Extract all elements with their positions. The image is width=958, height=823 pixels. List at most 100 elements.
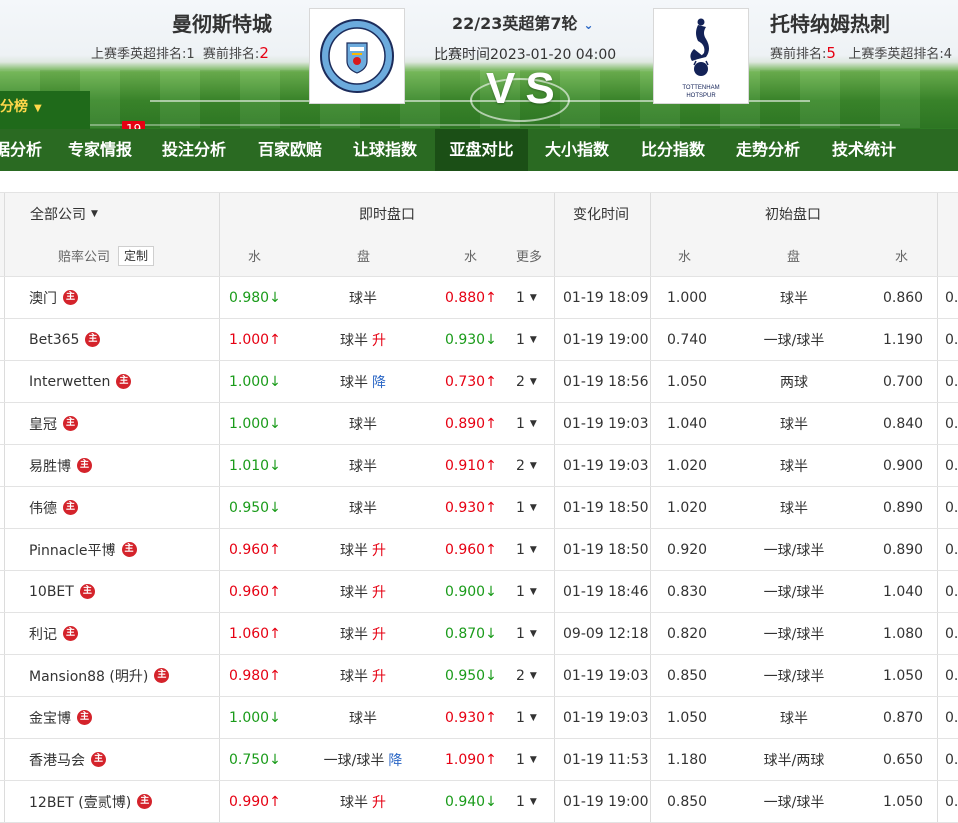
more-dropdown[interactable]: 2 ▼ xyxy=(516,361,537,402)
tab-european-odds[interactable]: 百家欧赔 xyxy=(250,129,330,171)
company-cell[interactable]: 易胜博主 xyxy=(29,445,92,486)
live-handicap[interactable]: 球半 xyxy=(250,487,476,528)
column-divider xyxy=(554,739,555,780)
company-name[interactable]: Pinnacle平博 xyxy=(29,540,116,560)
home-company-icon: 主 xyxy=(77,710,92,725)
live-handicap[interactable]: 球半 xyxy=(250,697,476,738)
tab-tech-stats[interactable]: 技术统计 xyxy=(824,129,904,171)
live-water2[interactable]: 0.930 ↑ xyxy=(445,487,497,528)
more-dropdown[interactable]: 1 ▼ xyxy=(516,277,537,318)
live-handicap[interactable]: 球半升 xyxy=(250,571,476,612)
company-name[interactable]: 皇冠 xyxy=(29,414,57,434)
company-name[interactable]: Interwetten xyxy=(29,374,110,390)
live-handicap[interactable]: 球半升 xyxy=(250,655,476,696)
column-divider xyxy=(4,655,5,696)
more-dropdown[interactable]: 2 ▼ xyxy=(516,445,537,486)
company-name[interactable]: Bet365 xyxy=(29,332,79,348)
live-handicap[interactable]: 球半升 xyxy=(250,781,476,822)
company-cell[interactable]: Mansion88 (明升) 主 xyxy=(29,655,170,696)
tab-expert-intel[interactable]: 专家情报 xyxy=(60,129,140,171)
company-name[interactable]: 香港马会 xyxy=(29,750,85,770)
column-divider xyxy=(4,319,5,360)
company-cell[interactable]: 皇冠主 xyxy=(29,403,78,444)
company-cell[interactable]: 伟德主 xyxy=(29,487,78,528)
company-cell[interactable]: Bet365 主 xyxy=(29,319,101,360)
live-handicap[interactable]: 球半升 xyxy=(250,319,476,360)
live-water2[interactable]: 0.930 ↑ xyxy=(445,697,497,738)
round-selector[interactable]: 22/23英超第7轮 ⌄ xyxy=(452,10,594,34)
live-water2[interactable]: 0.870 ↓ xyxy=(445,613,497,654)
tab-over-under[interactable]: 大小指数 xyxy=(537,129,617,171)
live-water2[interactable]: 0.900 ↓ xyxy=(445,571,497,612)
live-water2[interactable]: 0.730 ↑ xyxy=(445,361,497,402)
more-dropdown[interactable]: 1 ▼ xyxy=(516,319,537,360)
away-team-ranks: 赛前排名:5 上赛季英超排名:4 xyxy=(770,43,952,62)
standings-dropdown[interactable]: 积分榜 ▼ xyxy=(0,91,90,129)
live-handicap[interactable]: 球半 xyxy=(250,277,476,318)
more-dropdown[interactable]: 1 ▼ xyxy=(516,487,537,528)
company-cell[interactable]: 10BET 主 xyxy=(29,571,95,612)
away-team-logo[interactable]: TOTTENHAM HOTSPUR xyxy=(653,8,749,104)
live-water2[interactable]: 0.890 ↑ xyxy=(445,403,497,444)
company-cell[interactable]: 金宝博主 xyxy=(29,697,92,738)
home-team-logo[interactable] xyxy=(309,8,405,104)
company-name[interactable]: 澳门 xyxy=(29,288,57,308)
company-filter-dropdown[interactable]: 全部公司 ▼ xyxy=(30,193,98,235)
init-water2: 0.900 xyxy=(883,457,924,474)
handicap-value: 球半 xyxy=(340,584,368,601)
company-cell[interactable]: 利记主 xyxy=(29,613,78,654)
tab-betting-analysis[interactable]: 投注分析 xyxy=(154,129,234,171)
live-water2[interactable]: 0.910 ↑ xyxy=(445,445,497,486)
company-name[interactable]: 伟德 xyxy=(29,498,57,518)
live-handicap[interactable]: 球半降 xyxy=(250,361,476,402)
company-cell[interactable]: Pinnacle平博主 xyxy=(29,529,137,570)
live-handicap[interactable]: 球半 xyxy=(250,445,476,486)
more-dropdown[interactable]: 2 ▼ xyxy=(516,655,537,696)
live-handicap[interactable]: 球半升 xyxy=(250,613,476,654)
live-water2[interactable]: 1.090 ↑ xyxy=(445,739,497,780)
company-cell[interactable]: 12BET (壹贰博) 主 xyxy=(29,781,153,822)
tab-handicap-index[interactable]: 让球指数 xyxy=(345,129,425,171)
live-handicap[interactable]: 球半升 xyxy=(250,529,476,570)
away-team-name[interactable]: 托特纳姆热刺 xyxy=(770,8,890,37)
company-name[interactable]: 12BET (壹贰博) xyxy=(29,792,131,812)
live-water2[interactable]: 0.940 ↓ xyxy=(445,781,497,822)
live-water2[interactable]: 0.950 ↓ xyxy=(445,655,497,696)
column-divider xyxy=(937,739,938,780)
round-label: 22/23英超第7轮 xyxy=(452,14,578,33)
column-divider xyxy=(554,319,555,360)
live-water2[interactable]: 0.880 ↑ xyxy=(445,277,497,318)
more-count: 1 xyxy=(516,709,525,726)
home-team-name[interactable]: 曼彻斯特城 xyxy=(172,8,272,37)
more-dropdown[interactable]: 1 ▼ xyxy=(516,613,537,654)
water2-value: 0.870 xyxy=(445,625,486,642)
live-handicap[interactable]: 一球/球半降 xyxy=(250,739,476,780)
more-dropdown[interactable]: 1 ▼ xyxy=(516,739,537,780)
handicap-header: 盘 xyxy=(357,250,371,265)
company-name[interactable]: Mansion88 (明升) xyxy=(29,666,148,686)
more-dropdown[interactable]: 1 ▼ xyxy=(516,781,537,822)
more-dropdown[interactable]: 1 ▼ xyxy=(516,697,537,738)
live-handicap[interactable]: 球半 xyxy=(250,403,476,444)
company-name[interactable]: 金宝博 xyxy=(29,708,71,728)
company-cell[interactable]: 澳门主 xyxy=(29,277,78,318)
more-dropdown[interactable]: 1 ▼ xyxy=(516,571,537,612)
tab-score-index[interactable]: 比分指数 xyxy=(633,129,713,171)
tab-data-analysis[interactable]: 数据分析 xyxy=(0,129,50,171)
company-cell[interactable]: Interwetten 主 xyxy=(29,361,132,402)
more-dropdown[interactable]: 1 ▼ xyxy=(516,403,537,444)
column-divider xyxy=(937,781,938,822)
tab-asian-handicap[interactable]: 亚盘对比 xyxy=(435,129,528,171)
live-water2[interactable]: 0.930 ↓ xyxy=(445,319,497,360)
company-name[interactable]: 10BET xyxy=(29,584,74,600)
company-name[interactable]: 利记 xyxy=(29,624,57,644)
tab-trend-analysis[interactable]: 走势分析 xyxy=(728,129,808,171)
column-divider xyxy=(4,529,5,570)
more-dropdown[interactable]: 1 ▼ xyxy=(516,529,537,570)
extra-column-value: 0.9 xyxy=(945,625,958,642)
live-water2[interactable]: 0.960 ↑ xyxy=(445,529,497,570)
init-water1: 1.020 xyxy=(667,457,708,474)
company-cell[interactable]: 香港马会主 xyxy=(29,739,106,780)
customize-button[interactable]: 定制 xyxy=(118,245,155,266)
company-name[interactable]: 易胜博 xyxy=(29,456,71,476)
